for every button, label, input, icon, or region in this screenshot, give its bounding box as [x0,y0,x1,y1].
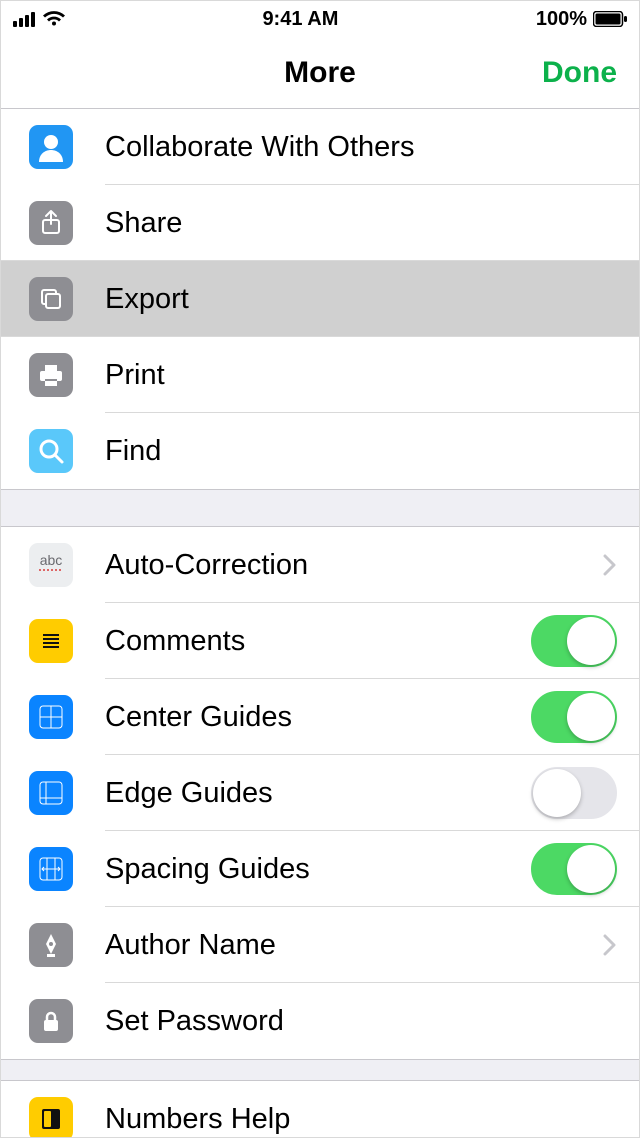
status-time: 9:41 AM [262,8,338,31]
group-settings: abc Auto-Correction Comments Center Guid… [1,527,639,1059]
row-numbers-help[interactable]: Numbers Help [1,1081,639,1138]
row-edge-guides[interactable]: Edge Guides [1,755,639,831]
chevron-right-icon [603,554,617,576]
status-bar: 9:41 AM 100% [1,1,639,37]
book-icon [29,1097,73,1138]
row-collaborate[interactable]: Collaborate With Others [1,109,639,185]
signal-icon [13,11,37,27]
row-label: Spacing Guides [105,853,531,886]
row-label: Comments [105,625,531,658]
row-print[interactable]: Print [1,337,639,413]
battery-percent: 100% [536,8,587,31]
row-spacing-guides[interactable]: Spacing Guides [1,831,639,907]
row-label: Center Guides [105,701,531,734]
center-guides-icon [29,695,73,739]
search-icon [29,429,73,473]
share-icon [29,201,73,245]
row-label: Share [105,207,617,240]
person-icon [29,125,73,169]
row-find[interactable]: Find [1,413,639,489]
group-actions: Collaborate With Others Share Export Pri… [1,109,639,489]
row-set-password[interactable]: Set Password [1,983,639,1059]
pen-icon [29,923,73,967]
wifi-icon [43,11,65,27]
page-title: More [284,56,356,90]
lock-icon [29,999,73,1043]
toggle-comments[interactable] [531,615,617,667]
row-label: Export [105,283,617,316]
print-icon [29,353,73,397]
chevron-right-icon [603,934,617,956]
row-label: Find [105,435,617,468]
row-label: Set Password [105,1005,617,1038]
toggle-center-guides[interactable] [531,691,617,743]
edge-guides-icon [29,771,73,815]
comments-icon [29,619,73,663]
toggle-edge-guides[interactable] [531,767,617,819]
battery-icon [593,11,627,27]
row-export[interactable]: Export [1,261,639,337]
row-label: Auto-Correction [105,549,603,582]
row-auto-correction[interactable]: abc Auto-Correction [1,527,639,603]
svg-text:abc: abc [40,552,63,568]
section-gap [1,1059,639,1081]
section-gap [1,489,639,527]
group-help: Numbers Help [1,1081,639,1138]
row-label: Author Name [105,929,603,962]
export-icon [29,277,73,321]
row-label: Edge Guides [105,777,531,810]
row-label: Print [105,359,617,392]
screen: 9:41 AM 100% More Done Collaborate With … [0,0,640,1138]
row-label: Collaborate With Others [105,131,617,164]
row-label: Numbers Help [105,1103,617,1136]
row-author-name[interactable]: Author Name [1,907,639,983]
row-center-guides[interactable]: Center Guides [1,679,639,755]
status-left [13,11,65,27]
row-comments[interactable]: Comments [1,603,639,679]
abc-icon: abc [29,543,73,587]
row-share[interactable]: Share [1,185,639,261]
spacing-guides-icon [29,847,73,891]
done-button[interactable]: Done [542,56,617,90]
toggle-spacing-guides[interactable] [531,843,617,895]
status-right: 100% [536,8,627,31]
nav-bar: More Done [1,37,639,109]
